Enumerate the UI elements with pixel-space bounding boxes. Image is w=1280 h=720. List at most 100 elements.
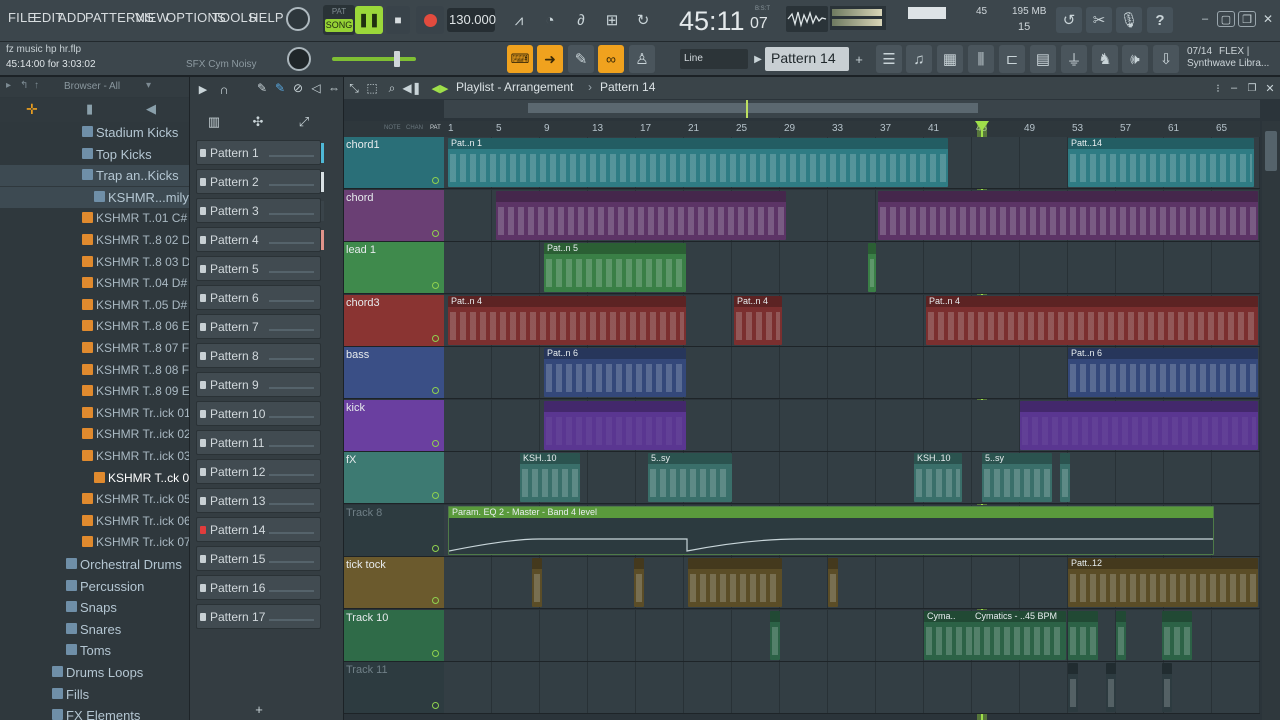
browser-item[interactable]: KSHMR Tr..ick 05 [0,489,189,510]
browser-item[interactable]: Top Kicks [0,144,189,165]
wait-input-icon[interactable]: ◔ [537,8,563,32]
browser-item[interactable]: KSHMR T..8 08 F [0,360,189,381]
playlist-clip[interactable] [1068,610,1098,660]
menu-add[interactable]: ADD [58,10,86,25]
pattern-item[interactable]: Pattern 4 [196,227,324,252]
plugin-picker-icon[interactable]: ♞ [1092,45,1118,73]
pattern-item[interactable]: Pattern 2 [196,169,324,194]
track-lane[interactable]: Cyma.. Cymatics - ..45 BPM [444,609,1260,662]
record-button[interactable] [416,6,444,34]
typing-keyboard-button[interactable]: ⌨ [507,45,533,73]
pattern-select[interactable]: Pattern 14 [765,47,849,71]
browser-file-icon[interactable]: ▮ [86,101,93,117]
playlist-clip[interactable] [770,610,780,660]
slice-tool-icon[interactable]: ⤡ [346,79,362,97]
pattern-item[interactable]: Pattern 6 [196,285,321,310]
browser-item[interactable]: KSHMR Tr..ick 03 [0,446,189,467]
playlist-clip[interactable]: Patt..12 [1068,558,1258,607]
track-enable-icon[interactable] [432,649,439,657]
pencil-icon[interactable]: ✎ [568,45,594,73]
playlist-clip[interactable]: Pat..n 4 [926,295,1258,345]
browser-item[interactable]: Trap an..Kicks [0,165,189,187]
track-lane[interactable]: Pat..n 4 Pat..n 4 Pat..n 4 [444,294,1260,347]
slider-handle[interactable] [394,51,400,67]
track-header[interactable]: chord3 [344,294,444,347]
cut-tool-icon[interactable]: ✂ [1086,7,1112,33]
slip-tool-icon[interactable]: ⇔ [326,79,342,97]
mute-tool-icon[interactable]: ◁ [308,79,324,97]
countdown-icon[interactable]: ∂ [568,8,594,32]
stamp-icon[interactable]: ♙ [629,45,655,73]
track-lane[interactable] [444,662,1260,714]
playback-tool-icon[interactable]: ◀❚ [402,79,421,97]
playlist-clip[interactable] [1060,453,1070,502]
track-header[interactable]: fX [344,452,444,504]
loop-record-icon[interactable]: ↻ [630,8,656,32]
playlist-minimize-icon[interactable]: – [1226,80,1242,96]
vertical-scrollbar[interactable] [1262,121,1280,720]
browser-item[interactable]: KSHMR T..05 D# [0,295,189,316]
track-enable-icon[interactable] [432,282,439,289]
pencil-tool-icon[interactable]: ✎ [254,79,270,97]
add-track-icon[interactable]: + [252,701,266,717]
pattern-item[interactable]: Pattern 17 [196,604,321,629]
speaker-icon[interactable]: 🕪 [1122,45,1148,73]
playlist-restore-icon[interactable]: ❐ [1244,80,1260,96]
stop-button[interactable]: ■ [386,6,410,34]
playlist-clip[interactable]: Pat..n 1 [448,138,948,187]
overview-strip[interactable] [444,100,1260,118]
playlist-icon[interactable]: ☰ [876,45,902,73]
browser-arrow-icon[interactable]: ▸ [6,80,11,91]
project-browser-icon[interactable]: ▤ [1030,45,1056,73]
step-arrow-button[interactable]: ➜ [537,45,563,73]
playlist-clip[interactable] [878,190,1258,240]
browser-item[interactable]: KSHMR Tr..ick 02 [0,424,189,445]
pattern-item[interactable]: Pattern 8 [196,343,321,368]
track-enable-icon[interactable] [432,334,439,342]
browser-item[interactable]: KSHMR T..8 03 D [0,252,189,273]
browser-up-icon[interactable]: ↑ [34,80,39,91]
playlist-clip[interactable] [532,558,542,607]
step-edit-icon[interactable]: ⊞ [599,8,625,32]
browser-item[interactable]: KSHMR Tr..ick 07 [0,532,189,553]
playlist-clip[interactable]: 5..sy [648,453,732,502]
playlist-clip[interactable]: Cymatics - ..45 BPM [972,610,1066,660]
playlist-arrow-icon[interactable]: ◀▶ [432,80,449,96]
pattern-item[interactable]: Pattern 11 [196,430,321,455]
track-enable-icon[interactable] [432,492,439,499]
browser-item[interactable]: Snaps [0,597,189,618]
pattern-prev-icon[interactable]: ▶ [752,49,764,69]
browser-tree-icon[interactable]: ⊏ [999,45,1025,73]
track-header[interactable]: tick tock [344,557,444,609]
browser-item[interactable]: Orchestral Drums [0,554,189,575]
track-lane[interactable]: Param. EQ 2 - Master - Band 4 level [444,504,1260,557]
maximize-icon[interactable]: ▢ [1217,11,1235,27]
metronome-icon[interactable]: ⩘ [506,8,532,32]
track-enable-icon[interactable] [432,229,439,237]
playlist-clip[interactable]: 5..sy [982,453,1052,502]
overview-thumb[interactable] [528,103,978,113]
browser-item[interactable]: Stadium Kicks [0,122,189,143]
paint-tool-icon[interactable]: ✎ [272,79,288,97]
playlist-clip[interactable] [868,243,876,292]
picker-dots-icon[interactable]: ✣ [248,113,268,131]
track-enable-icon[interactable] [432,597,439,604]
browser-menu-icon[interactable]: ▾ [146,80,151,91]
browser-item[interactable]: KSHMR T..8 02 D [0,230,189,251]
track-enable-icon[interactable] [432,177,439,184]
track-lane[interactable]: Patt..12 [444,557,1260,609]
add-pattern-icon[interactable]: + [851,49,867,69]
browser-item[interactable]: KSHMR T..8 07 F [0,338,189,359]
track-lane[interactable] [444,399,1260,452]
snap-select[interactable]: Line [680,49,748,69]
browser-item[interactable]: KSHMR T..01 C# [0,208,189,229]
track-header[interactable]: kick [344,399,444,452]
channel-rack-icon[interactable]: ▦ [937,45,963,73]
plugin-icon[interactable]: ⏚ [1061,45,1087,73]
playlist-clip[interactable]: Patt..14 [1068,138,1254,187]
playlist-clip[interactable] [544,400,686,450]
playlist-clip[interactable] [1068,663,1078,712]
browser-item[interactable]: Fills [0,684,189,705]
playlist-clip[interactable]: KSH..10 [914,453,962,502]
delete-tool-icon[interactable]: ⊘ [290,79,306,97]
